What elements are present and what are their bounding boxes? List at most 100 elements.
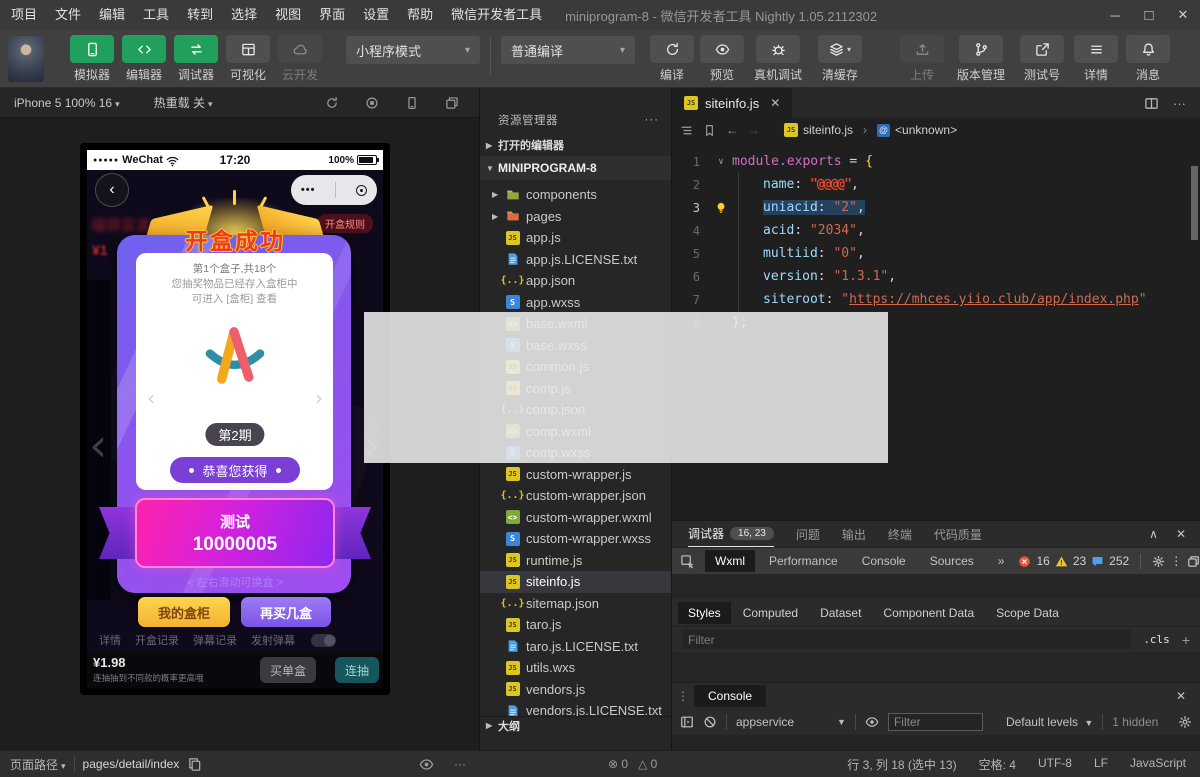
devtools-tab[interactable]: » xyxy=(988,550,1015,572)
file-item[interactable]: app.js.LICENSE.txt xyxy=(480,249,671,271)
toolbar-button-external-icon[interactable]: 测试号 xyxy=(1016,35,1068,83)
toolbar-button-upload-icon[interactable]: 上传 xyxy=(898,35,946,83)
minimize-icon[interactable]: ─ xyxy=(1098,0,1132,30)
outline-list-icon[interactable] xyxy=(680,124,693,137)
rotate-icon[interactable] xyxy=(325,96,339,110)
console-sidebar-icon[interactable] xyxy=(680,715,694,729)
close-icon[interactable]: ✕ xyxy=(1176,527,1186,541)
device-selector[interactable]: iPhone 5 100% 16▾ xyxy=(14,96,120,110)
file-item[interactable]: Scustom-wrapper.wxss xyxy=(480,528,671,550)
outline-section[interactable]: ▶ 大纲 xyxy=(480,716,671,734)
toolbar-button-cloud-icon[interactable]: 云开发 xyxy=(276,35,324,83)
mode-dropdown[interactable]: 小程序模式 ▾ xyxy=(346,36,480,64)
close-icon[interactable]: ✕ xyxy=(770,96,780,110)
context-dropdown[interactable]: appservice ▼ xyxy=(736,715,846,729)
prize-prev-icon[interactable]: ‹ xyxy=(147,386,155,410)
add-style-button[interactable]: + xyxy=(1182,632,1190,648)
eye-icon[interactable] xyxy=(865,715,879,729)
fold-icon[interactable]: ∨ xyxy=(710,157,732,167)
inspect-icon[interactable] xyxy=(680,554,695,569)
ellipsis-icon[interactable]: ··· xyxy=(1173,96,1186,111)
phone-tab[interactable]: 发射弹幕 xyxy=(251,632,295,648)
file-item[interactable]: JScustom-wrapper.js xyxy=(480,464,671,486)
file-item[interactable]: JSutils.wxs xyxy=(480,657,671,679)
ellipsis-icon[interactable]: ··· xyxy=(645,114,660,126)
menu-item[interactable]: 项目 xyxy=(2,0,46,30)
breadcrumb-file[interactable]: JS siteinfo.js xyxy=(784,123,853,137)
windows-icon[interactable] xyxy=(1187,555,1200,568)
toolbar-button-bell-icon[interactable]: 消息 xyxy=(1124,35,1172,83)
menu-item[interactable]: 转到 xyxy=(178,0,222,30)
devtools-tab[interactable]: Console xyxy=(852,550,916,572)
project-root[interactable]: ▼ MINIPROGRAM-8 xyxy=(480,156,671,180)
more-dots-icon[interactable]: ••• xyxy=(301,184,316,196)
file-item[interactable]: {..}app.json xyxy=(480,270,671,292)
prize-next-icon[interactable]: › xyxy=(315,386,323,410)
buy-more-button[interactable]: 再买几盒 xyxy=(241,597,331,627)
bookmark-icon[interactable] xyxy=(703,124,716,137)
file-item[interactable]: JSruntime.js xyxy=(480,550,671,572)
panel-tab-问题[interactable]: 问题 xyxy=(796,521,820,547)
compile-dropdown[interactable]: 普通编译 ▾ xyxy=(501,36,635,64)
kebab-icon[interactable]: ⋮ xyxy=(672,689,694,703)
close-icon[interactable]: ✕ xyxy=(1176,689,1200,703)
levels-dropdown[interactable]: Default levels ▼ xyxy=(1006,715,1093,729)
capsule-target-icon[interactable] xyxy=(356,185,367,196)
copy-icon[interactable] xyxy=(187,757,202,772)
file-item[interactable]: taro.js.LICENSE.txt xyxy=(480,636,671,658)
file-item[interactable]: JStaro.js xyxy=(480,614,671,636)
my-cabinet-button[interactable]: 我的盒柜 xyxy=(138,597,230,627)
devtools-tab[interactable]: Performance xyxy=(759,550,848,572)
file-item[interactable]: JSvendors.js xyxy=(480,679,671,701)
menu-item[interactable]: 帮助 xyxy=(398,0,442,30)
phone-tab[interactable]: 开盒记录 xyxy=(135,632,179,648)
carousel-prev-icon[interactable]: ‹ xyxy=(89,422,107,468)
phone-tab[interactable]: 弹幕记录 xyxy=(193,632,237,648)
style-tab[interactable]: Dataset xyxy=(810,602,871,624)
file-item[interactable]: JSsiteinfo.js xyxy=(480,571,671,593)
capsule-menu[interactable]: ••• xyxy=(291,175,377,205)
arrow-left-icon[interactable]: ← xyxy=(726,123,738,137)
file-item[interactable]: ▶pages xyxy=(480,206,671,228)
style-tab[interactable]: Component Data xyxy=(873,602,984,624)
device-icon[interactable] xyxy=(405,96,419,110)
lightbulb-icon[interactable] xyxy=(710,201,732,215)
buy-single-button[interactable]: 买单盒 xyxy=(260,657,316,683)
eol[interactable]: LF xyxy=(1094,756,1108,773)
avatar[interactable] xyxy=(8,36,44,82)
menu-item[interactable]: 文件 xyxy=(46,0,90,30)
console-tab[interactable]: Console xyxy=(694,685,766,707)
toolbar-button-phone-icon[interactable]: 模拟器 xyxy=(68,35,116,83)
menu-item[interactable]: 微信开发者工具 xyxy=(442,0,551,30)
hot-reload-toggle[interactable]: 热重载 关▾ xyxy=(154,94,213,111)
problems-indicator[interactable]: ⊗ 0 △ 0 xyxy=(480,757,672,771)
close-icon[interactable]: ✕ xyxy=(1166,0,1200,30)
file-item[interactable]: JSapp.js xyxy=(480,227,671,249)
toolbar-button-refresh-icon[interactable]: 编译 xyxy=(649,35,695,83)
toolbar-button-bug-icon[interactable]: 真机调试 xyxy=(749,35,807,83)
clear-console-icon[interactable] xyxy=(703,715,717,729)
toolbar-button-layers-icon[interactable]: ▾清缓存 xyxy=(811,35,869,83)
cls-button[interactable]: .cls xyxy=(1143,633,1170,646)
multi-draw-button[interactable]: 连抽 xyxy=(335,657,379,683)
menu-item[interactable]: 编辑 xyxy=(90,0,134,30)
ellipsis-icon[interactable]: ··· xyxy=(454,757,466,772)
styles-filter-input[interactable] xyxy=(682,630,1131,649)
file-item[interactable]: ▶components xyxy=(480,184,671,206)
toolbar-button-branch-icon[interactable]: 版本管理 xyxy=(950,35,1012,83)
toolbar-button-list-icon[interactable]: 详情 xyxy=(1072,35,1120,83)
file-item[interactable]: Sapp.wxss xyxy=(480,292,671,314)
maximize-icon[interactable]: □ xyxy=(1132,0,1166,30)
toolbar-button-code-icon[interactable]: 编辑器 xyxy=(120,35,168,83)
menu-item[interactable]: 设置 xyxy=(354,0,398,30)
toolbar-button-swap-icon[interactable]: 调试器 xyxy=(172,35,220,83)
style-tab[interactable]: Styles xyxy=(678,602,731,624)
page-path-dropdown[interactable]: 页面路径▾ xyxy=(10,756,66,773)
file-item[interactable]: {..}sitemap.json xyxy=(480,593,671,615)
file-item[interactable]: {..}custom-wrapper.json xyxy=(480,485,671,507)
arrow-right-icon[interactable]: → xyxy=(748,123,760,137)
editor-scrollbar[interactable] xyxy=(1191,166,1198,240)
eye-icon[interactable] xyxy=(419,757,434,772)
menu-item[interactable]: 工具 xyxy=(134,0,178,30)
record-icon[interactable] xyxy=(365,96,379,110)
